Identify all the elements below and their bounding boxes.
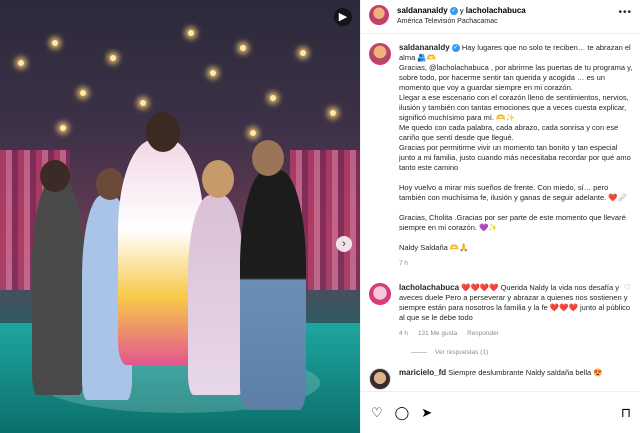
light-bulb	[330, 110, 336, 116]
person-head	[202, 160, 234, 198]
person-woman-sequin	[188, 195, 244, 395]
caption-line: Llegar a ese escenario con el corazón ll…	[399, 93, 629, 122]
light-bulb	[270, 95, 276, 101]
avatar[interactable]	[369, 283, 391, 305]
author-username[interactable]: saldananaldy	[397, 6, 448, 15]
caption-line: Naldy Saldaña 🫶🙏	[399, 243, 469, 252]
avatar[interactable]	[369, 43, 391, 65]
light-bulb	[188, 30, 194, 36]
caption-line: Hoy vuelvo a mirar mis sueños de frente.…	[399, 183, 627, 202]
caption: saldananaldy ✓ Hay lugares que no solo t…	[369, 43, 633, 269]
bookmark-icon[interactable]: ⊓	[621, 405, 631, 421]
avatar[interactable]	[369, 368, 391, 390]
action-bar: ♡ ◯ ➤ ⊓	[361, 391, 640, 433]
comment-item: lacholachabuca ❤️❤️❤️❤️ Querida Naldy la…	[369, 283, 633, 339]
comment-author[interactable]: maricielo_fd	[399, 368, 446, 377]
person-head	[146, 112, 180, 152]
light-bulb	[300, 50, 306, 56]
person-man-right	[240, 170, 306, 410]
light-bulb	[18, 60, 24, 66]
coauthor-username[interactable]: lacholachabuca	[466, 6, 526, 15]
comment-time: 4 h	[399, 330, 409, 337]
light-bulb	[140, 100, 146, 106]
person-head	[40, 160, 70, 192]
person-woman-left	[32, 180, 84, 395]
light-bulb	[210, 70, 216, 76]
caption-line: Gracias, @lacholachabuca , por abrirme l…	[399, 63, 633, 92]
post-photo[interactable]: ▶ ›	[0, 0, 360, 433]
person-head	[252, 140, 284, 176]
light-bulb	[110, 55, 116, 61]
caption-line: Me quedo con cada palabra, cada abrazo, …	[399, 123, 619, 142]
post-location[interactable]: América Televisión Pachacamac	[397, 16, 618, 27]
light-bulb	[60, 125, 66, 131]
caption-line: Gracias por permitirme vivir un momento …	[399, 143, 631, 172]
post-detail-panel: saldananaldy ✓ y lacholachabuca América …	[360, 0, 640, 433]
caption-line: Gracias, Cholita .Gracias por ser parte …	[399, 213, 626, 232]
next-photo-arrow[interactable]: ›	[336, 236, 352, 252]
verified-icon: ✓	[451, 44, 460, 53]
post-header: saldananaldy ✓ y lacholachabuca América …	[361, 0, 640, 34]
comments-section[interactable]: saldananaldy ✓ Hay lugares que no solo t…	[361, 35, 640, 391]
verified-icon: ✓	[449, 7, 458, 16]
comment-icon[interactable]: ◯	[395, 405, 410, 421]
share-icon[interactable]: ➤	[421, 405, 432, 421]
view-replies-button[interactable]: Ver respuestas (1)	[411, 349, 633, 356]
light-bulb	[52, 40, 58, 46]
light-bulb	[250, 130, 256, 136]
light-bulb	[80, 90, 86, 96]
caption-author[interactable]: saldananaldy	[399, 43, 450, 52]
comment-hearts: ❤️❤️❤️❤️	[461, 283, 499, 292]
reply-button[interactable]: Responder	[467, 330, 499, 337]
heart-icon[interactable]: ♡	[624, 283, 631, 292]
comment-author[interactable]: lacholachabuca	[399, 283, 459, 292]
caption-time: 7 h	[399, 260, 409, 267]
comment-likes[interactable]: 131 Me gusta	[418, 330, 457, 337]
reels-icon[interactable]: ▶	[334, 8, 352, 26]
heart-icon[interactable]: ♡	[371, 405, 383, 421]
comment-text: Siempre deslumbrante Naldy saldaña bella…	[448, 368, 603, 377]
light-bulb	[240, 45, 246, 51]
comment-item: maricielo_fd Siempre deslumbrante Naldy …	[369, 368, 633, 390]
connector-text: y	[459, 6, 464, 15]
avatar[interactable]	[369, 5, 389, 25]
more-icon[interactable]: •••	[618, 7, 632, 18]
